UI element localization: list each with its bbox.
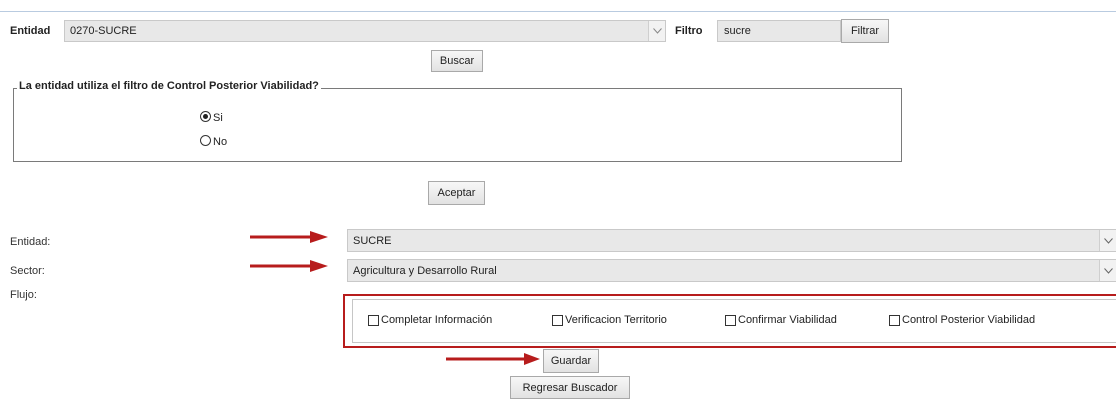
red-arrow-icon [250, 260, 328, 272]
top-divider [0, 11, 1116, 12]
control-posterior-legend: La entidad utiliza el filtro de Control … [17, 80, 321, 92]
radio-no-label: No [213, 136, 228, 148]
entidad-select-value: 0270-SUCRE [70, 25, 137, 37]
flujo-option-label: Completar Información [381, 314, 493, 326]
checkbox[interactable] [552, 314, 563, 326]
flujo-label: Flujo: [10, 289, 37, 301]
flujo-option-label: Verificacion Territorio [565, 314, 667, 326]
checkbox[interactable] [368, 314, 379, 326]
filtro-label: Filtro [675, 25, 703, 37]
radio-no-circle[interactable] [200, 135, 211, 146]
radio-no[interactable]: No [200, 133, 227, 148]
red-arrow-icon [250, 231, 328, 243]
flujo-option-confirmar[interactable]: Confirmar Viabilidad [725, 314, 837, 326]
flujo-option-label: Control Posterior Viabilidad [902, 314, 1036, 326]
flujo-option-control-posterior[interactable]: Control Posterior Viabilidad [889, 314, 1035, 326]
sector-select[interactable]: Agricultura y Desarrollo Rural [347, 259, 1116, 282]
regresar-buscador-button[interactable]: Regresar Buscador [510, 376, 630, 399]
chevron-down-icon[interactable] [1099, 260, 1116, 281]
sector-value: Agricultura y Desarrollo Rural [353, 264, 497, 277]
radio-si-label: Si [213, 112, 223, 124]
sector-label: Sector: [10, 265, 45, 277]
radio-si[interactable]: Si [200, 109, 223, 124]
red-arrow-icon [446, 353, 540, 365]
chevron-down-icon[interactable] [648, 21, 665, 41]
form-entidad-select[interactable]: SUCRE [347, 229, 1116, 252]
control-posterior-fieldset [13, 88, 902, 162]
guardar-button[interactable]: Guardar [543, 349, 599, 373]
buscar-button[interactable]: Buscar [431, 50, 483, 72]
filtro-input[interactable]: sucre [717, 20, 841, 42]
filtrar-button[interactable]: Filtrar [841, 19, 889, 43]
aceptar-button[interactable]: Aceptar [428, 181, 485, 205]
form-entidad-value: SUCRE [353, 234, 392, 247]
flujo-option-completar[interactable]: Completar Información [368, 314, 492, 326]
radio-si-circle[interactable] [200, 111, 211, 122]
entidad-label: Entidad [10, 25, 51, 37]
filtro-input-value: sucre [724, 25, 751, 37]
checkbox[interactable] [889, 314, 900, 326]
form-entidad-label: Entidad: [10, 236, 51, 248]
flujo-option-label: Confirmar Viabilidad [738, 314, 837, 326]
chevron-down-icon[interactable] [1099, 230, 1116, 251]
entidad-select[interactable]: 0270-SUCRE [64, 20, 666, 42]
flujo-option-verificacion[interactable]: Verificacion Territorio [552, 314, 667, 326]
checkbox[interactable] [725, 314, 736, 326]
